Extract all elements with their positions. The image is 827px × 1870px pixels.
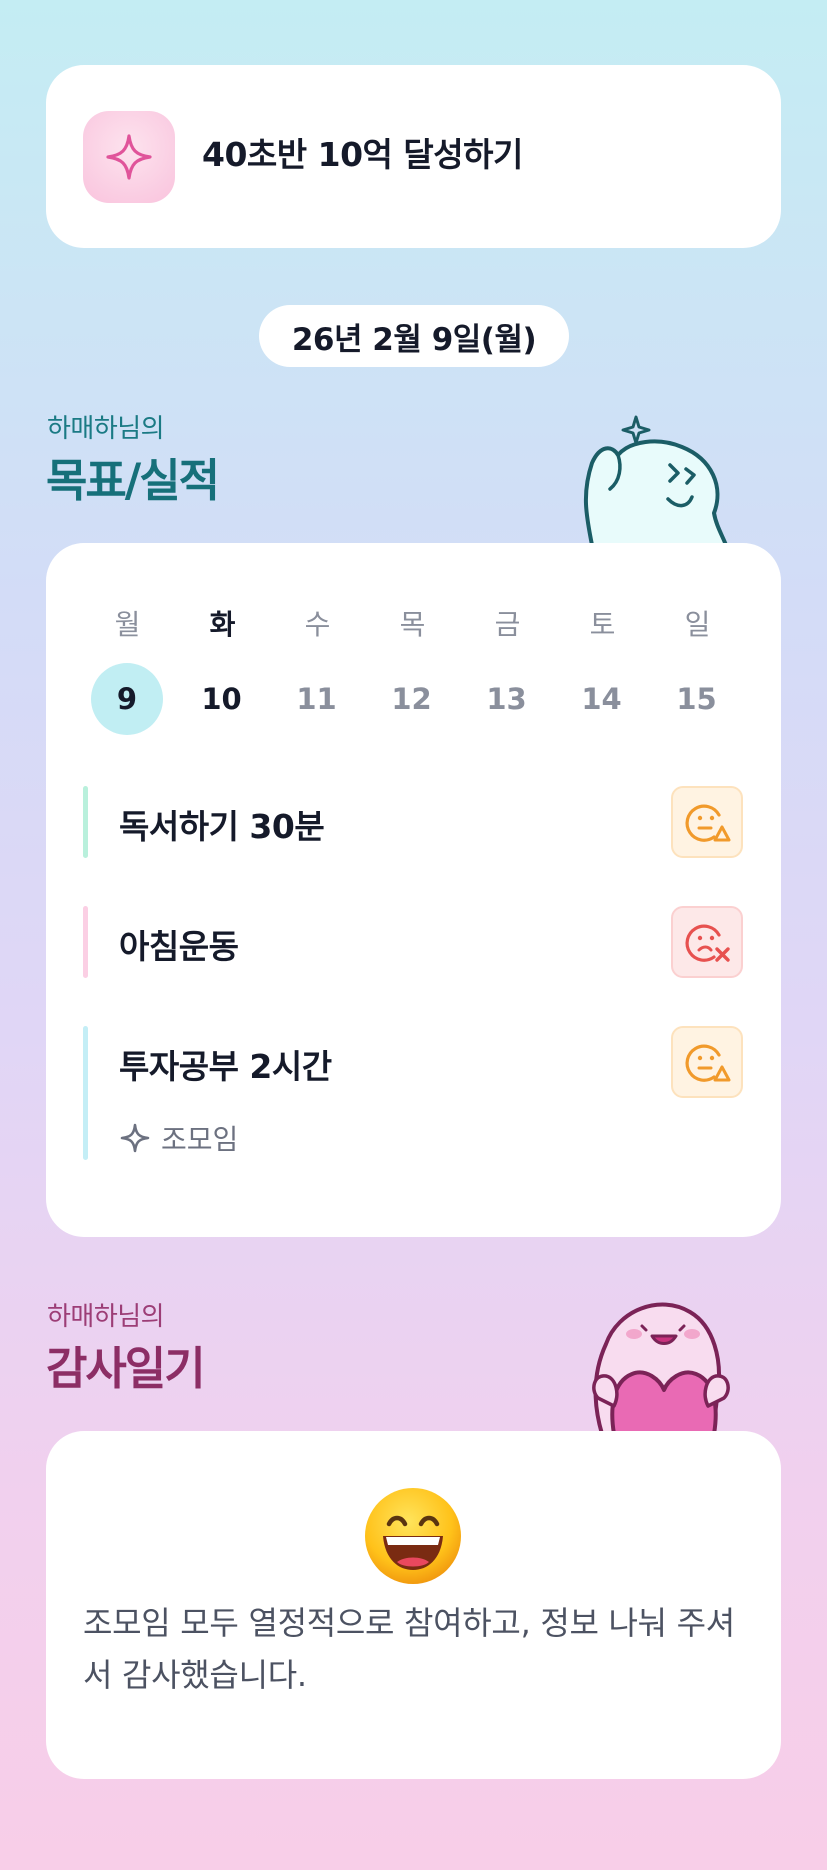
face-x-icon[interactable]	[671, 906, 743, 978]
task-label: 독서하기 30분	[119, 807, 325, 846]
weekday-label: 금	[494, 608, 521, 641]
weekday-label: 화	[209, 608, 236, 641]
task-color-bar	[83, 1026, 88, 1160]
week-date-selector: 9 10 11 12 13 14 15	[80, 663, 746, 735]
task-label: 투자공부 2시간	[119, 1047, 332, 1086]
task-item[interactable]: 독서하기 30분	[83, 786, 743, 858]
task-group-tag: 조모임	[119, 1118, 238, 1158]
date-cell[interactable]: 14	[554, 663, 649, 735]
date-cell[interactable]: 13	[459, 663, 554, 735]
date-cell[interactable]: 12	[364, 663, 459, 735]
face-triangle-icon[interactable]	[671, 1026, 743, 1098]
heart-mascot-icon	[572, 1290, 748, 1438]
task-item[interactable]: 아침운동	[83, 906, 743, 978]
sparkle-icon	[83, 111, 175, 203]
date-cell-selected[interactable]: 9	[91, 663, 163, 735]
diary-entry-text: 조모임 모두 열정적으로 참여하고, 정보 나눠 주셔서 감사했습니다.	[83, 1604, 735, 1694]
gratitude-diary-card[interactable]: 조모임 모두 열정적으로 참여하고, 정보 나눠 주셔서 감사했습니다.	[46, 1431, 781, 1779]
date-cell[interactable]: 15	[649, 663, 744, 735]
weekday-label: 일	[684, 608, 711, 641]
goal-title: 40초반 10억 달성하기	[202, 135, 523, 174]
date-cell[interactable]: 10	[174, 663, 269, 735]
weekday-label: 목	[399, 608, 426, 641]
face-triangle-icon[interactable]	[671, 786, 743, 858]
task-group-label: 조모임	[161, 1123, 239, 1156]
weekday-label: 월	[114, 608, 141, 641]
goals-section-subtitle: 하매하님의	[47, 414, 165, 444]
task-item[interactable]: 투자공부 2시간 조모임	[83, 1026, 743, 1160]
task-color-bar	[83, 786, 88, 858]
task-color-bar	[83, 906, 88, 978]
goals-section-title: 목표/실적	[46, 454, 220, 507]
weekly-progress-card: 월 화 수 목 금 토 일 9 10 11 12 13 14 15 독서하기 3…	[46, 543, 781, 1237]
weekday-label: 수	[304, 608, 331, 641]
ghost-mascot-icon	[574, 403, 750, 551]
diary-section-subtitle: 하매하님의	[47, 1302, 165, 1332]
sparkle-icon	[120, 1123, 150, 1153]
task-label: 아침운동	[119, 927, 239, 966]
diary-section-title: 감사일기	[46, 1342, 206, 1395]
date-cell[interactable]: 11	[269, 663, 364, 735]
goal-card[interactable]: 40초반 10억 달성하기	[46, 65, 781, 248]
current-date: 26년 2월 9일(월)	[259, 305, 569, 367]
grinning-face-icon	[361, 1484, 465, 1592]
weekday-label: 토	[589, 608, 616, 641]
weekday-header: 월 화 수 목 금 토 일	[80, 603, 746, 643]
